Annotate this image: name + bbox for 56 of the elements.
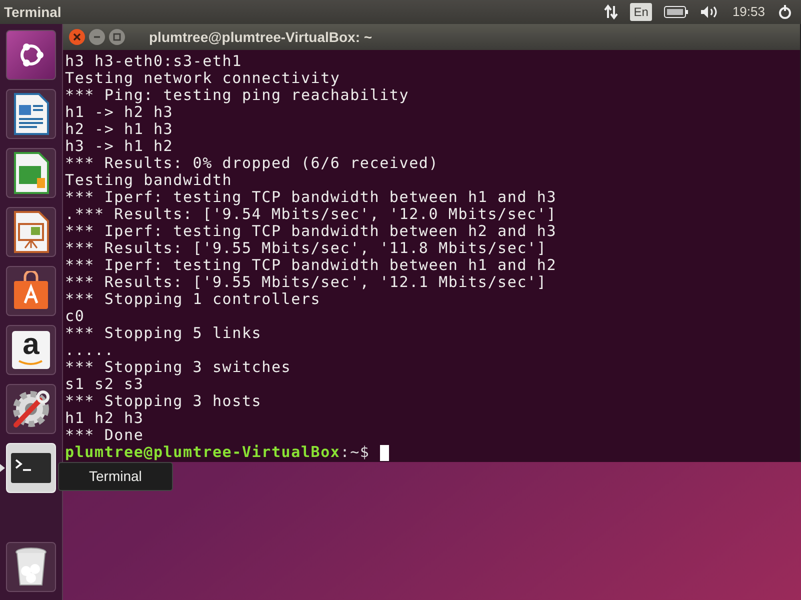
shopping-bag-icon [11, 271, 51, 311]
launcher-item[interactable] [6, 207, 56, 257]
gear-and-wrench-icon [10, 388, 52, 430]
terminal-line: *** Stopping 3 switches [65, 359, 292, 376]
terminal-line: *** Iperf: testing TCP bandwidth between h1 and h2 [65, 257, 557, 274]
terminal-line: h3 h3-eth0:s3-eth1 [65, 53, 242, 70]
close-icon [73, 33, 81, 41]
letter-logo-icon: a [12, 331, 50, 369]
terminal-line: *** Iperf: testing TCP bandwidth between h2 and h3 [65, 223, 557, 240]
power-icon[interactable] [777, 4, 793, 20]
terminal-line: h3 -> h1 h2 [65, 138, 174, 155]
terminal-line: h1 h2 h3 [65, 410, 144, 427]
terminal-line: *** Done [65, 427, 144, 444]
terminal-line: *** Ping: testing ping reachability [65, 87, 410, 104]
window-title: plumtree@plumtree-VirtualBox: ~ [149, 28, 372, 47]
terminal-line: *** Results: 0% dropped (6/6 received) [65, 155, 439, 172]
terminal-line: *** Results: ['9.55 Mbits/sec', '11.8 Mbits/sec'] [65, 240, 547, 257]
terminal-line: *** Iperf: testing TCP bandwidth between h1 and h3 [65, 189, 557, 206]
launcher-item[interactable]: a [6, 325, 56, 375]
document-icon [13, 211, 49, 253]
document-icon [13, 152, 49, 194]
terminal-line: c0 [65, 308, 85, 325]
maximize-button[interactable] [109, 29, 125, 45]
terminal-icon [11, 453, 51, 483]
launcher-item[interactable] [6, 89, 56, 139]
network-icon[interactable] [604, 4, 618, 20]
terminal-line: h1 -> h2 h3 [65, 104, 174, 121]
app-title: Terminal [4, 2, 62, 22]
keyboard-layout-indicator[interactable]: En [630, 3, 652, 21]
terminal-line: h2 -> h1 h3 [65, 121, 174, 138]
terminal-line: *** Results: ['9.55 Mbits/sec', '12.1 Mbits/sec'] [65, 274, 547, 291]
prompt-user-host: plumtree@plumtree-VirtualBox [65, 444, 340, 461]
prompt-path: :~$ [340, 444, 370, 461]
launcher-item[interactable] [6, 148, 56, 198]
terminal-line: *** Stopping 5 links [65, 325, 262, 342]
minimize-button[interactable] [89, 29, 105, 45]
launcher-item[interactable] [6, 266, 56, 316]
minimize-icon [93, 33, 101, 41]
terminal-line: Testing bandwidth [65, 172, 232, 189]
maximize-icon [113, 33, 121, 41]
terminal-line: ..... [65, 342, 114, 359]
tooltip: Terminal [58, 462, 173, 491]
trash-icon [14, 547, 48, 587]
terminal-line: *** Stopping 1 controllers [65, 291, 321, 308]
close-button[interactable] [69, 29, 85, 45]
battery-icon[interactable] [664, 6, 688, 18]
terminal-line: Testing network connectivity [65, 70, 340, 87]
terminal-line: s1 s2 s3 [65, 376, 144, 393]
launcher-item[interactable] [6, 30, 56, 80]
terminal-line: *** Stopping 3 hosts [65, 393, 262, 410]
document-icon [13, 93, 49, 135]
text-cursor [380, 444, 389, 460]
trash-launcher[interactable] [6, 542, 56, 592]
terminal-line: .*** Results: ['9.54 Mbits/sec', '12.0 Mbits/sec'] [65, 206, 557, 223]
clock[interactable]: 19:53 [732, 2, 765, 22]
launcher-item[interactable] [6, 384, 56, 434]
